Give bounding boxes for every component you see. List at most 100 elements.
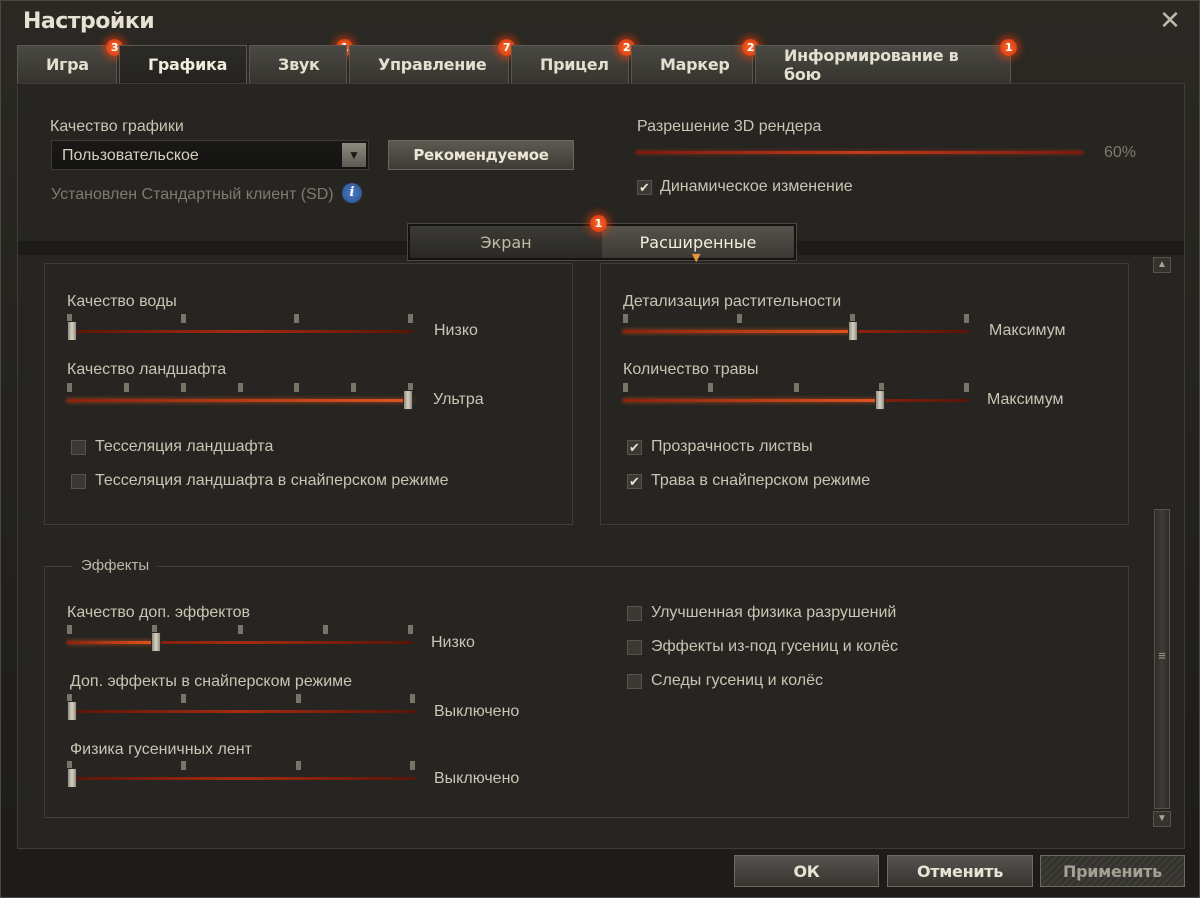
vegetation-detail-slider[interactable] — [623, 314, 969, 344]
slider-tick — [410, 694, 415, 703]
slider-tick — [410, 761, 415, 770]
graphics-quality-dropdown[interactable]: Пользовательское ▼ — [51, 140, 369, 170]
slider-tick — [181, 314, 186, 323]
slider-tick — [323, 625, 328, 634]
subtab-advanced[interactable]: Расширенные ▼ — [602, 226, 794, 264]
track-trails-checkbox[interactable] — [627, 674, 642, 689]
slider-track — [67, 710, 415, 713]
extra-effects-slider[interactable] — [67, 625, 413, 655]
subtab-screen[interactable]: Экран — [410, 226, 602, 258]
sniper-effects-slider[interactable] — [67, 694, 415, 724]
track-physics-value: Выключено — [434, 770, 520, 787]
grass-sniper-checkbox[interactable]: ✔ — [627, 474, 642, 489]
track-effects-checkbox[interactable] — [627, 640, 642, 655]
graphics-quality-label: Качество графики — [50, 118, 184, 135]
scroll-down-icon[interactable]: ▼ — [1153, 811, 1171, 827]
tab-marker[interactable]: Маркер 2 — [631, 39, 759, 83]
tab-battle-info[interactable]: Информирование в бою 1 — [755, 39, 1017, 84]
render-resolution-label: Разрешение 3D рендера — [637, 118, 822, 135]
vegetation-detail-value: Максимум — [989, 322, 1066, 339]
slider-tick — [794, 383, 799, 392]
scrollbar[interactable]: ▲ ≡ ▼ — [1153, 255, 1171, 829]
terrain-quality-slider[interactable] — [67, 383, 413, 413]
close-icon[interactable]: ✕ — [1157, 7, 1183, 33]
slider-thumb[interactable] — [403, 390, 413, 410]
tab-label: Информирование в бою — [784, 45, 959, 84]
chevron-down-icon: ▼ — [342, 143, 366, 167]
water-quality-label: Качество воды — [67, 293, 177, 310]
sniper-effects-value: Выключено — [434, 703, 520, 720]
apply-button[interactable]: Применить — [1040, 855, 1185, 887]
terrain-quality-label: Качество ландшафта — [67, 361, 227, 378]
slider-tick — [964, 314, 969, 323]
subtab-label: Экран — [480, 232, 532, 252]
tab-graphics[interactable]: Графика 1 — [119, 39, 353, 83]
foliage-transparency-checkbox[interactable]: ✔ — [627, 440, 642, 455]
slider-tick — [67, 383, 72, 392]
slider-tick — [181, 694, 186, 703]
grass-amount-slider[interactable] — [623, 383, 969, 413]
tab-controls[interactable]: Управление 7 — [349, 39, 515, 83]
slider-tick — [181, 761, 186, 770]
slider-thumb[interactable] — [151, 632, 161, 652]
terrain-quality-value: Ультра — [433, 391, 484, 408]
slider-tick — [296, 694, 301, 703]
info-icon[interactable]: i — [342, 183, 362, 203]
water-quality-value: Низко — [434, 322, 478, 339]
scroll-up-icon[interactable]: ▲ — [1153, 257, 1171, 273]
slider-tick — [623, 314, 628, 323]
tab-badge: 1 — [1000, 39, 1017, 56]
window-title: Настройки — [23, 9, 155, 34]
scroll-thumb[interactable]: ≡ — [1154, 509, 1170, 809]
track-physics-slider[interactable] — [67, 761, 415, 791]
extra-effects-label: Качество доп. эффектов — [67, 604, 250, 621]
tab-label: Прицел — [540, 55, 609, 74]
tab-sound[interactable]: Звук — [249, 45, 347, 83]
render-resolution-value: 60% — [1104, 144, 1137, 161]
slider-fill — [623, 330, 855, 333]
render-resolution-slider[interactable] — [636, 151, 1083, 154]
tab-label: Управление — [378, 55, 487, 74]
client-info-text: Установлен Стандартный клиент (SD) — [51, 186, 334, 203]
tab-label: Звук — [278, 55, 320, 74]
track-physics-label: Физика гусеничных лент — [70, 741, 252, 758]
tessellation-checkbox[interactable] — [71, 440, 86, 455]
slider-track — [67, 330, 413, 333]
cancel-button[interactable]: Отменить — [887, 855, 1033, 887]
dropdown-value: Пользовательское — [62, 147, 199, 164]
destruction-physics-checkbox[interactable] — [627, 606, 642, 621]
tab-sight[interactable]: Прицел 2 — [511, 39, 635, 83]
slider-tick — [351, 383, 356, 392]
slider-tick — [294, 383, 299, 392]
track-trails-label: Следы гусениц и колёс — [651, 672, 823, 689]
sniper-effects-label: Доп. эффекты в снайперском режиме — [70, 673, 353, 690]
dynamic-label: Динамическое изменение — [660, 178, 853, 195]
slider-thumb[interactable] — [67, 701, 77, 721]
ok-button[interactable]: ОК — [734, 855, 879, 887]
slider-thumb[interactable] — [67, 768, 77, 788]
effects-group-title: Эффекты — [73, 557, 158, 574]
slider-tick — [67, 625, 72, 634]
tessellation-label: Тесселяция ландшафта — [95, 438, 274, 455]
slider-thumb[interactable] — [848, 321, 858, 341]
tessellation-sniper-label: Тесселяция ландшафта в снайперском режим… — [95, 472, 449, 489]
subtab-badge: 1 — [590, 215, 607, 232]
slider-tick — [623, 383, 628, 392]
slider-fill — [67, 641, 154, 644]
extra-effects-value: Низко — [431, 634, 475, 651]
dynamic-checkbox[interactable]: ✔ — [637, 180, 652, 195]
slider-thumb[interactable] — [875, 390, 885, 410]
recommended-button[interactable]: Рекомендуемое — [388, 140, 574, 170]
destruction-physics-label: Улучшенная физика разрушений — [651, 604, 897, 621]
tab-label: Игра — [46, 55, 89, 74]
tab-game[interactable]: Игра 3 — [17, 39, 123, 83]
slider-tick — [708, 383, 713, 392]
slider-tick — [296, 761, 301, 770]
slider-tick — [238, 625, 243, 634]
slider-tick — [181, 383, 186, 392]
tessellation-sniper-checkbox[interactable] — [71, 474, 86, 489]
tab-label: Графика — [148, 55, 228, 74]
slider-thumb[interactable] — [67, 321, 77, 341]
settings-window: Настройки ✕ Игра 3 Графика 1 Звук Управл… — [0, 0, 1200, 898]
water-quality-slider[interactable] — [67, 314, 413, 344]
